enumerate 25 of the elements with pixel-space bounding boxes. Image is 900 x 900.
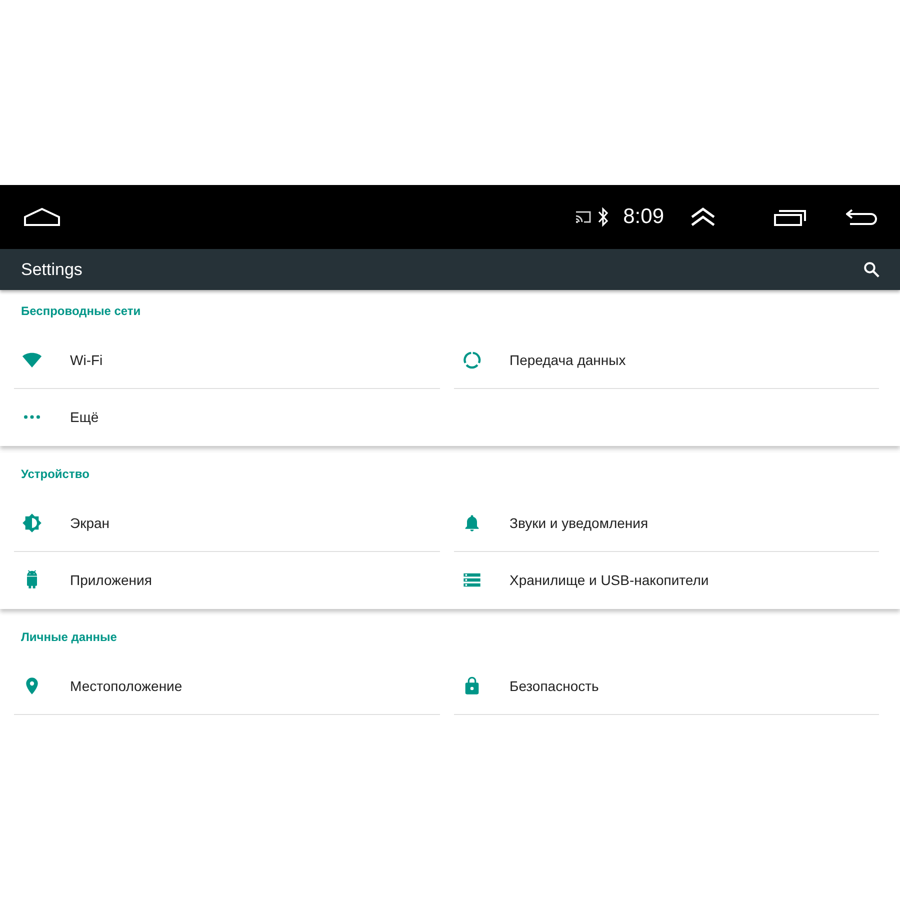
clock-time: 8:09 <box>623 205 664 229</box>
settings-item[interactable]: Местоположение <box>14 658 440 715</box>
data-usage-icon <box>462 350 482 370</box>
settings-item[interactable]: Экран <box>14 495 440 552</box>
back-icon[interactable] <box>846 208 878 226</box>
settings-item[interactable]: Звуки и уведомления <box>454 495 879 552</box>
wifi-icon <box>22 350 42 370</box>
section-header: Личные данные <box>20 629 118 646</box>
settings-item[interactable]: Хранилище и USB-накопители <box>454 552 879 609</box>
bluetooth-icon <box>597 207 610 227</box>
brightness-icon <box>22 513 42 533</box>
recents-icon[interactable] <box>774 208 806 226</box>
settings-item[interactable]: Wi-Fi <box>14 332 440 389</box>
section-header: Устройство <box>20 466 90 483</box>
section-header: Беспроводные сети <box>20 303 142 320</box>
cast-icon <box>575 210 592 224</box>
settings-item[interactable]: Приложения <box>14 552 440 609</box>
toolbar-title: Settings <box>21 260 84 280</box>
search-icon[interactable] <box>863 261 880 278</box>
home-icon[interactable] <box>24 207 60 227</box>
settings-item[interactable]: Передача данных <box>454 332 879 389</box>
settings-item[interactable]: Безопасность <box>454 658 879 715</box>
more-icon <box>24 415 40 419</box>
chevrons-up-icon[interactable] <box>690 207 716 227</box>
settings-item[interactable]: Ещё <box>14 389 440 446</box>
